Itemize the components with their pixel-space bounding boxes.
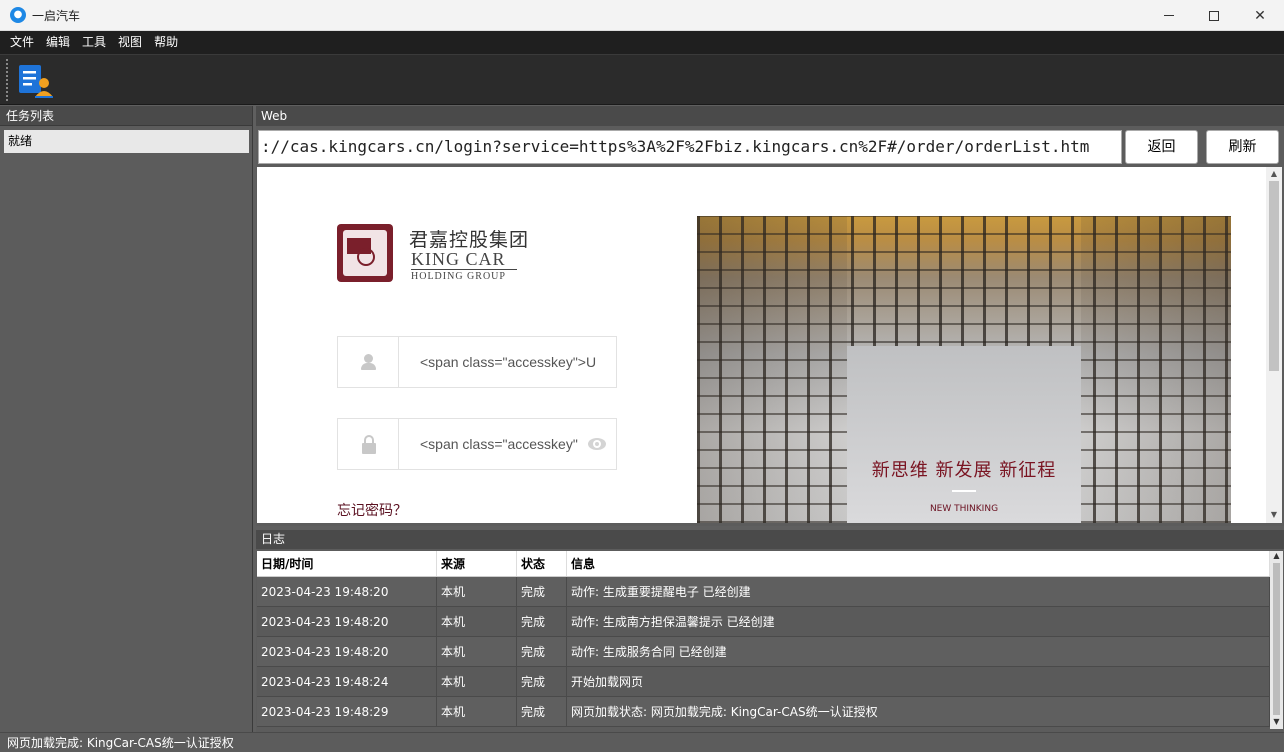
maximize-icon bbox=[1209, 10, 1219, 21]
log-scrollbar[interactable]: ▲ ▼ bbox=[1270, 551, 1283, 729]
task-list-header: 任务列表 bbox=[0, 106, 252, 126]
cell-status: 完成 bbox=[517, 577, 567, 606]
banner-slogan: 新思维 新发展 新征程 bbox=[871, 460, 1057, 481]
building-banner-image: 新思维 新发展 新征程 NEW THINKING bbox=[697, 216, 1231, 523]
task-document-user-icon bbox=[19, 65, 53, 98]
minimize-button[interactable] bbox=[1146, 0, 1192, 31]
column-header-status[interactable]: 状态 bbox=[517, 551, 567, 576]
status-bar: 网页加载完成: KingCar-CAS统一认证授权 bbox=[0, 732, 1284, 752]
window-title: 一启汽车 bbox=[32, 9, 81, 23]
task-list-panel: 任务列表 就绪 bbox=[0, 106, 253, 732]
logo-english-line1: KING CAR bbox=[411, 249, 506, 269]
url-input[interactable]: ://cas.kingcars.cn/login?service=https%3… bbox=[258, 130, 1122, 164]
cell-datetime: 2023-04-23 19:48:20 bbox=[257, 577, 437, 606]
task-item-ready[interactable]: 就绪 bbox=[4, 130, 249, 153]
column-header-source[interactable]: 来源 bbox=[437, 551, 517, 576]
back-button[interactable]: 返回 bbox=[1125, 130, 1198, 164]
close-icon: ✕ bbox=[1254, 7, 1266, 24]
banner-divider bbox=[952, 490, 976, 492]
cell-message: 动作: 生成重要提醒电子 已经创建 bbox=[567, 577, 1270, 606]
web-panel: Web ://cas.kingcars.cn/login?service=htt… bbox=[256, 106, 1284, 526]
scroll-down-icon[interactable]: ▼ bbox=[1269, 510, 1279, 520]
cell-status: 完成 bbox=[517, 607, 567, 636]
password-placeholder: <span class="accesskey" bbox=[420, 436, 578, 452]
menu-tools[interactable]: 工具 bbox=[76, 31, 112, 54]
cell-message: 开始加载网页 bbox=[567, 667, 1270, 696]
web-header: Web bbox=[256, 106, 1284, 126]
toolbar bbox=[0, 54, 1284, 105]
scroll-up-icon[interactable]: ▲ bbox=[1270, 551, 1283, 561]
log-panel: 日志 日期/时间 来源 状态 信息 2023-04-23 19:48:20 本机… bbox=[256, 530, 1284, 732]
cell-status: 完成 bbox=[517, 667, 567, 696]
table-row[interactable]: 2023-04-23 19:48:24 本机 完成 开始加载网页 bbox=[257, 667, 1270, 697]
cell-source: 本机 bbox=[437, 577, 517, 606]
cell-source: 本机 bbox=[437, 607, 517, 636]
forgot-password-link[interactable]: 忘记密码？ bbox=[337, 500, 407, 520]
user-icon bbox=[338, 337, 399, 387]
cell-status: 完成 bbox=[517, 697, 567, 726]
logo-chinese-name: 君嘉控股集团 bbox=[409, 229, 530, 251]
log-scrollbar-thumb[interactable] bbox=[1273, 563, 1280, 715]
refresh-button[interactable]: 刷新 bbox=[1206, 130, 1279, 164]
log-table: 日期/时间 来源 状态 信息 2023-04-23 19:48:20 本机 完成… bbox=[257, 551, 1270, 727]
cell-datetime: 2023-04-23 19:48:29 bbox=[257, 697, 437, 726]
cell-message: 动作: 生成南方担保温馨提示 已经创建 bbox=[567, 607, 1270, 636]
menu-edit[interactable]: 编辑 bbox=[40, 31, 76, 54]
eye-icon[interactable] bbox=[588, 438, 606, 450]
cell-source: 本机 bbox=[437, 667, 517, 696]
cell-source: 本机 bbox=[437, 637, 517, 666]
task-document-button[interactable] bbox=[16, 63, 54, 99]
banner-slogan-english: NEW THINKING bbox=[929, 504, 999, 514]
menu-help[interactable]: 帮助 bbox=[148, 31, 184, 54]
menu-file[interactable]: 文件 bbox=[4, 31, 40, 54]
column-header-datetime[interactable]: 日期/时间 bbox=[257, 551, 437, 576]
table-row[interactable]: 2023-04-23 19:48:20 本机 完成 动作: 生成南方担保温馨提示… bbox=[257, 607, 1270, 637]
cell-message: 网页加载状态: 网页加载完成: KingCar-CAS统一认证授权 bbox=[567, 697, 1270, 726]
cell-datetime: 2023-04-23 19:48:20 bbox=[257, 607, 437, 636]
username-field[interactable]: <span class="accesskey">U bbox=[337, 336, 617, 388]
logo-english-line2: HOLDING GROUP bbox=[411, 271, 506, 282]
scroll-down-icon[interactable]: ▼ bbox=[1270, 717, 1283, 727]
table-row[interactable]: 2023-04-23 19:48:29 本机 完成 网页加载状态: 网页加载完成… bbox=[257, 697, 1270, 727]
close-button[interactable]: ✕ bbox=[1237, 0, 1283, 31]
title-bar: ● 一启汽车 ✕ bbox=[0, 0, 1284, 31]
kingcar-logo-seal bbox=[337, 224, 393, 282]
lock-icon bbox=[338, 419, 399, 469]
menu-view[interactable]: 视图 bbox=[112, 31, 148, 54]
minimize-icon bbox=[1164, 15, 1174, 16]
password-field[interactable]: <span class="accesskey" bbox=[337, 418, 617, 470]
web-scrollbar-thumb[interactable] bbox=[1269, 181, 1279, 371]
web-view[interactable]: 君嘉控股集团 KING CAR HOLDING GROUP <span clas… bbox=[257, 167, 1282, 523]
username-placeholder: <span class="accesskey">U bbox=[420, 354, 597, 370]
toolbar-grip[interactable] bbox=[6, 59, 8, 101]
table-row[interactable]: 2023-04-23 19:48:20 本机 完成 动作: 生成重要提醒电子 已… bbox=[257, 577, 1270, 607]
log-header: 日志 bbox=[256, 530, 1284, 549]
cell-message: 动作: 生成服务合同 已经创建 bbox=[567, 637, 1270, 666]
scroll-up-icon[interactable]: ▲ bbox=[1269, 169, 1279, 179]
cell-status: 完成 bbox=[517, 637, 567, 666]
logo-divider bbox=[411, 269, 517, 270]
maximize-button[interactable] bbox=[1191, 0, 1237, 31]
column-header-message[interactable]: 信息 bbox=[567, 551, 1270, 576]
car-icon: ● bbox=[10, 7, 26, 23]
table-row[interactable]: 2023-04-23 19:48:20 本机 完成 动作: 生成服务合同 已经创… bbox=[257, 637, 1270, 667]
cell-source: 本机 bbox=[437, 697, 517, 726]
log-table-header: 日期/时间 来源 状态 信息 bbox=[257, 551, 1270, 577]
menu-bar: 文件 编辑 工具 视图 帮助 bbox=[0, 31, 1284, 54]
web-scrollbar[interactable]: ▲ ▼ bbox=[1266, 167, 1282, 523]
cell-datetime: 2023-04-23 19:48:24 bbox=[257, 667, 437, 696]
cell-datetime: 2023-04-23 19:48:20 bbox=[257, 637, 437, 666]
